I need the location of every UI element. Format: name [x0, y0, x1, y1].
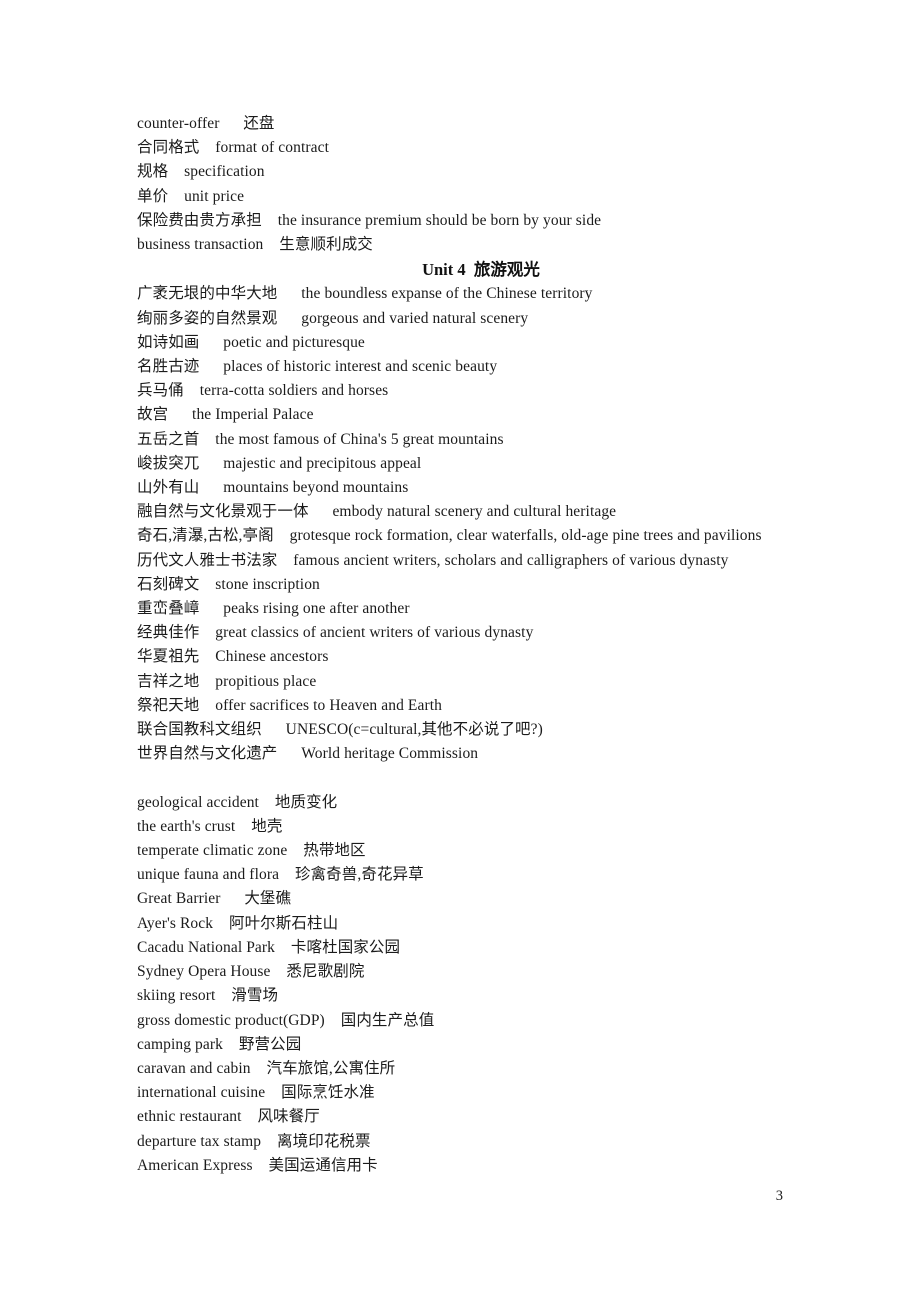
vocabulary-line: the earth's crust 地壳 [137, 817, 283, 835]
vocabulary-line: 保险费由贵方承担 the insurance premium should be… [137, 211, 602, 229]
vocabulary-line: 广袤无垠的中华大地 the boundless expanse of the C… [137, 285, 593, 303]
vocabulary-line: 名胜古迹 places of historic interest and sce… [137, 358, 498, 376]
vocabulary-line: temperate climatic zone 热带地区 [137, 842, 366, 860]
vocabulary-line: departure tax stamp 离境印花税票 [137, 1132, 371, 1150]
vocabulary-line: 规格 specification [137, 163, 265, 181]
vocabulary-line: 兵马俑 terra-cotta soldiers and horses [137, 382, 389, 400]
document-page: counter-offer 还盘 合同格式 format of contract… [0, 0, 920, 1302]
vocabulary-line: camping park 野营公园 [137, 1035, 302, 1053]
vocabulary-line: Ayer's Rock 阿叶尔斯石柱山 [137, 914, 339, 932]
vocabulary-line: gross domestic product(GDP) 国内生产总值 [137, 1011, 435, 1029]
vocabulary-line: 联合国教科文组织 UNESCO(c=cultural,其他不必说了吧?) [137, 721, 543, 739]
unit-heading: Unit 4 旅游观光 [422, 260, 540, 280]
vocabulary-line: 祭祀天地 offer sacrifices to Heaven and Eart… [137, 696, 442, 714]
vocabulary-line: caravan and cabin 汽车旅馆,公寓住所 [137, 1059, 396, 1077]
vocabulary-line: 重峦叠嶂 peaks rising one after another [137, 600, 410, 618]
vocabulary-line: 经典佳作 great classics of ancient writers o… [137, 624, 534, 642]
vocabulary-line: unique fauna and flora 珍禽奇兽,奇花异草 [137, 866, 424, 884]
vocabulary-line: Cacadu National Park 卡喀杜国家公园 [137, 938, 401, 956]
vocabulary-line: Great Barrier 大堡礁 [137, 890, 292, 908]
vocabulary-line: 单价 unit price [137, 187, 245, 205]
vocabulary-line: international cuisine 国际烹饪水准 [137, 1084, 375, 1102]
section-tourism-vocabulary: 广袤无垠的中华大地 the boundless expanse of the C… [137, 282, 837, 766]
vocabulary-line: 奇石,清瀑,古松,亭阁 grotesque rock formation, cl… [137, 527, 762, 545]
vocabulary-line: Sydney Opera House 悉尼歌剧院 [137, 963, 365, 981]
section-business-vocabulary: counter-offer 还盘 合同格式 format of contract… [137, 112, 837, 257]
vocabulary-line: business transaction 生意顺利成交 [137, 236, 373, 254]
vocabulary-line: 世界自然与文化遗产 World heritage Commission [137, 745, 479, 763]
vocabulary-line: 历代文人雅士书法家 famous ancient writers, schola… [137, 551, 729, 569]
document-body: counter-offer 还盘 合同格式 format of contract… [137, 112, 837, 1178]
page-number: 3 [775, 1188, 783, 1204]
vocabulary-line: 融自然与文化景观于一体 embody natural scenery and c… [137, 503, 617, 521]
vocabulary-line: counter-offer 还盘 [137, 115, 275, 132]
vocabulary-line: ethnic restaurant 风味餐厅 [137, 1108, 320, 1126]
vocabulary-line: 华夏祖先 Chinese ancestors [137, 648, 329, 666]
vocabulary-line: 合同格式 format of contract [137, 139, 329, 157]
vocabulary-line: American Express 美国运通信用卡 [137, 1156, 378, 1174]
vocabulary-line: 山外有山 mountains beyond mountains [137, 479, 409, 497]
vocabulary-line: 峻拔突兀 majestic and precipitous appeal [137, 454, 422, 472]
section-geography-vocabulary: geological accident 地质变化 the earth's cru… [137, 791, 837, 1178]
vocabulary-line: 绚丽多姿的自然景观 gorgeous and varied natural sc… [137, 309, 529, 327]
vocabulary-line: skiing resort 滑雪场 [137, 987, 279, 1005]
vocabulary-line: 吉祥之地 propitious place [137, 672, 317, 690]
vocabulary-line: geological accident 地质变化 [137, 793, 338, 811]
vocabulary-line: 石刻碑文 stone inscription [137, 575, 320, 593]
vocabulary-line: 如诗如画 poetic and picturesque [137, 333, 365, 351]
vocabulary-line: 故宫 the Imperial Palace [137, 406, 314, 424]
vocabulary-line: 五岳之首 the most famous of China's 5 great … [137, 430, 504, 448]
